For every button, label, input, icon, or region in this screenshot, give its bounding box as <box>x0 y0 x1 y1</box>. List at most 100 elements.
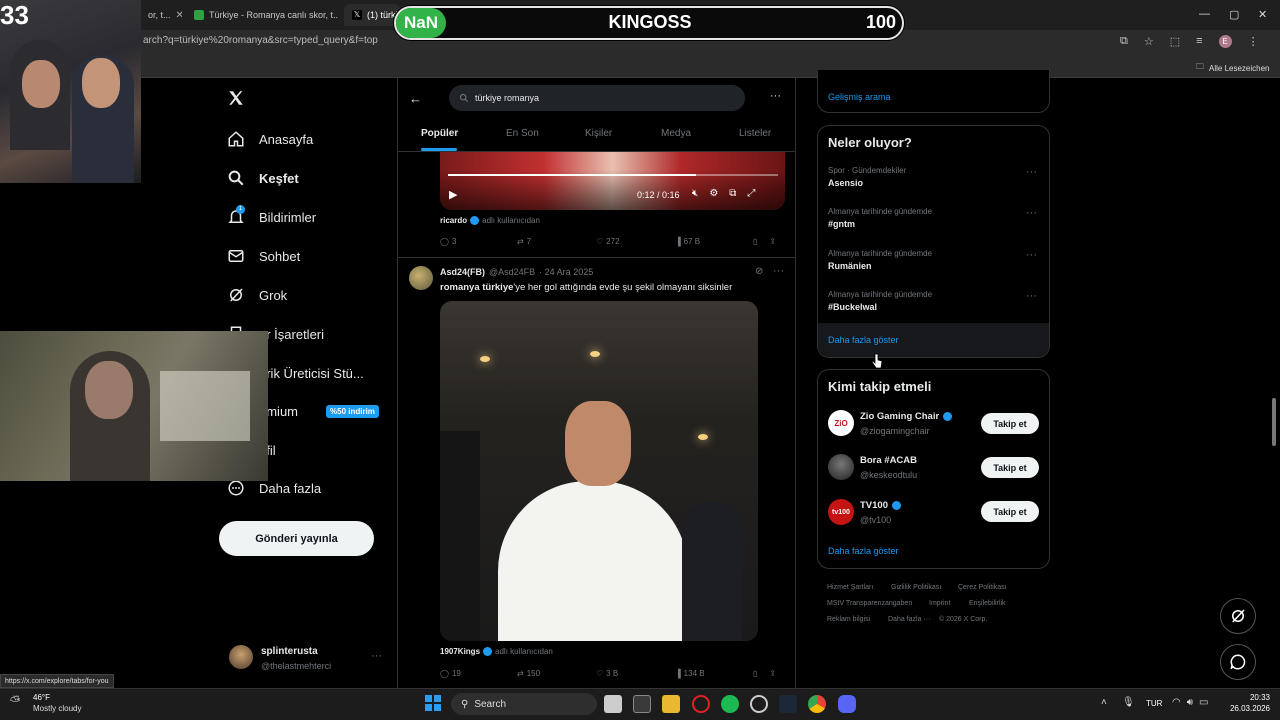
maximize-icon[interactable]: ▢ <box>1229 8 1239 21</box>
star-icon[interactable]: ☆ <box>1144 35 1154 48</box>
attribution-name[interactable]: ricardo <box>440 216 467 225</box>
steam-icon[interactable] <box>779 695 797 713</box>
windows-start-icon[interactable] <box>425 695 441 711</box>
back-arrow-icon[interactable]: ← <box>409 91 422 106</box>
extensions-icon[interactable]: ⬚ <box>1170 35 1180 48</box>
footer-cookies[interactable]: Çerez Politikası <box>958 584 1007 591</box>
minimize-icon[interactable]: — <box>1199 8 1210 20</box>
clock-date[interactable]: 26.03.2026 <box>1216 704 1270 713</box>
nav-messages[interactable]: Sohbet <box>227 242 300 270</box>
pip-icon[interactable]: ⧉ <box>729 188 736 199</box>
tray-chevron-icon[interactable]: ˄ <box>1101 697 1107 708</box>
tweet-menu-icon[interactable]: ··· <box>773 265 784 277</box>
author-handle[interactable]: @Asd24FB <box>489 267 535 277</box>
discord-icon[interactable] <box>838 695 856 713</box>
spotify-icon[interactable] <box>721 695 739 713</box>
avatar[interactable]: ZiO <box>828 410 854 436</box>
nav-home[interactable]: Anasayfa <box>227 125 313 153</box>
mute-icon[interactable]: 🔇︎ <box>692 188 698 199</box>
trend-item[interactable]: Spor · Gündemdekiler Asensio <box>828 166 906 188</box>
trend-menu-icon[interactable]: ··· <box>1026 166 1037 178</box>
trends-show-more[interactable]: Daha fazla göster <box>828 335 899 345</box>
avatar[interactable] <box>828 454 854 480</box>
footer-terms[interactable]: Hizmet Şartları <box>827 584 873 591</box>
browser-tab[interactable]: or, t... ✕ <box>140 4 182 26</box>
tab-lists[interactable]: Listeler <box>739 128 771 139</box>
search-options-icon[interactable]: ··· <box>770 90 781 102</box>
footer-accessibility[interactable]: Erişilebilirlik <box>969 600 1006 607</box>
post-button[interactable]: Gönderi yayınla <box>219 521 374 556</box>
suggestion-name[interactable]: TV100 <box>860 500 901 511</box>
views-button[interactable]: ▐ 67 B <box>675 237 700 246</box>
tweet-video[interactable] <box>440 301 758 641</box>
tab-top[interactable]: Popüler <box>421 128 458 139</box>
file-explorer-icon[interactable] <box>662 695 680 713</box>
reply-button[interactable]: ◯ 19 <box>440 669 461 678</box>
tab-latest[interactable]: En Son <box>506 128 539 139</box>
reply-button[interactable]: ◯ 3 <box>440 237 456 246</box>
bookmark-icon[interactable]: ▯ <box>753 237 757 246</box>
opera-icon[interactable] <box>692 695 710 713</box>
footer-imprint[interactable]: Imprint <box>929 600 950 607</box>
follow-button[interactable]: Takip et <box>981 501 1039 522</box>
queue-icon[interactable]: ≡ <box>1196 35 1202 48</box>
language-indicator[interactable]: TUR <box>1146 699 1162 708</box>
trend-menu-icon[interactable]: ··· <box>1026 290 1037 302</box>
profile-avatar[interactable]: E <box>1218 35 1232 48</box>
x-logo-icon[interactable] <box>227 89 245 112</box>
footer-mstv[interactable]: MStV Transparenzangaben <box>827 600 912 607</box>
system-tray[interactable]: ◠ 🔊︎ ▭ <box>1172 697 1209 708</box>
chrome-icon[interactable] <box>808 695 826 713</box>
widgets-icon[interactable] <box>633 695 651 713</box>
share-icon[interactable]: ⇪ <box>769 237 776 246</box>
footer-more[interactable]: Daha fazla ··· <box>888 616 930 623</box>
cast-icon[interactable]: ⧉ <box>1120 35 1128 48</box>
trend-menu-icon[interactable]: ··· <box>1026 207 1037 219</box>
footer-privacy[interactable]: Gizlilik Politikası <box>891 584 941 591</box>
task-view-icon[interactable] <box>604 695 622 713</box>
repost-button[interactable]: ⇄ 7 <box>517 237 531 246</box>
account-name[interactable]: splinterusta <box>261 646 318 657</box>
all-bookmarks[interactable]: 🗀 Alle Lesezeichen <box>1196 61 1269 75</box>
search-input[interactable]: türkiye romanya <box>449 85 745 111</box>
scrollbar-thumb[interactable] <box>1272 398 1276 446</box>
settings-icon[interactable]: ⚙ <box>709 188 718 199</box>
microphone-icon[interactable]: 🎙︎ <box>1122 697 1135 708</box>
like-button[interactable]: ♡ 3 B <box>596 669 618 678</box>
messages-float-button[interactable] <box>1220 644 1256 680</box>
browser-tab[interactable]: Türkiye - Romanya canlı skor, t... ✕ <box>186 4 338 26</box>
views-button[interactable]: ▐ 134 B <box>675 669 705 678</box>
like-button[interactable]: ♡ 272 <box>596 237 620 246</box>
taskbar-search[interactable]: ⚲ Search <box>451 693 597 715</box>
attribution-name[interactable]: 1907Kings <box>440 647 480 656</box>
author-name[interactable]: Asd24(FB) <box>440 267 485 277</box>
tab-people[interactable]: Kişiler <box>585 128 612 139</box>
account-menu-icon[interactable]: ··· <box>371 650 382 662</box>
menu-icon[interactable]: ⋮ <box>1248 35 1259 48</box>
tweet-date[interactable]: · 24 Ara 2025 <box>539 267 593 277</box>
grok-icon[interactable]: ⊘ <box>755 266 763 277</box>
follow-show-more[interactable]: Daha fazla göster <box>828 546 899 556</box>
clock-time[interactable]: 20:33 <box>1228 693 1270 702</box>
trend-item[interactable]: Almanya tarihinde gündemde #Buckelwal <box>828 290 932 312</box>
bookmark-icon[interactable]: ▯ <box>753 669 757 678</box>
tab-media[interactable]: Medya <box>661 128 691 139</box>
follow-button[interactable]: Takip et <box>981 413 1039 434</box>
avatar[interactable] <box>409 266 433 290</box>
grok-float-button[interactable] <box>1220 598 1256 634</box>
fullscreen-icon[interactable]: ⤢ <box>747 188 755 199</box>
play-icon[interactable]: ▶ <box>449 188 457 201</box>
browser-tab-active[interactable]: 𝕏 (1) türki... <box>344 4 400 26</box>
close-window-icon[interactable]: ✕ <box>1258 8 1267 21</box>
repost-button[interactable]: ⇄ 150 <box>517 669 540 678</box>
weather-icon[interactable]: ⛅︎ <box>10 693 20 709</box>
weather-temp[interactable]: 46°F <box>33 693 50 702</box>
trend-item[interactable]: Almanya tarihinde gündemde #gntm <box>828 207 932 229</box>
close-icon[interactable]: ✕ <box>176 10 182 21</box>
trend-item[interactable]: Almanya tarihinde gündemde Rumänien <box>828 249 932 271</box>
suggestion-name[interactable]: Zio Gaming Chair <box>860 411 953 422</box>
footer-ads[interactable]: Reklam bilgisi <box>827 616 870 623</box>
avatar[interactable]: tv100 <box>828 499 854 525</box>
url-field[interactable]: arch?q=türkiye%20romanya&src=typed_query… <box>143 35 378 46</box>
nav-explore[interactable]: Keşfet <box>227 164 299 192</box>
